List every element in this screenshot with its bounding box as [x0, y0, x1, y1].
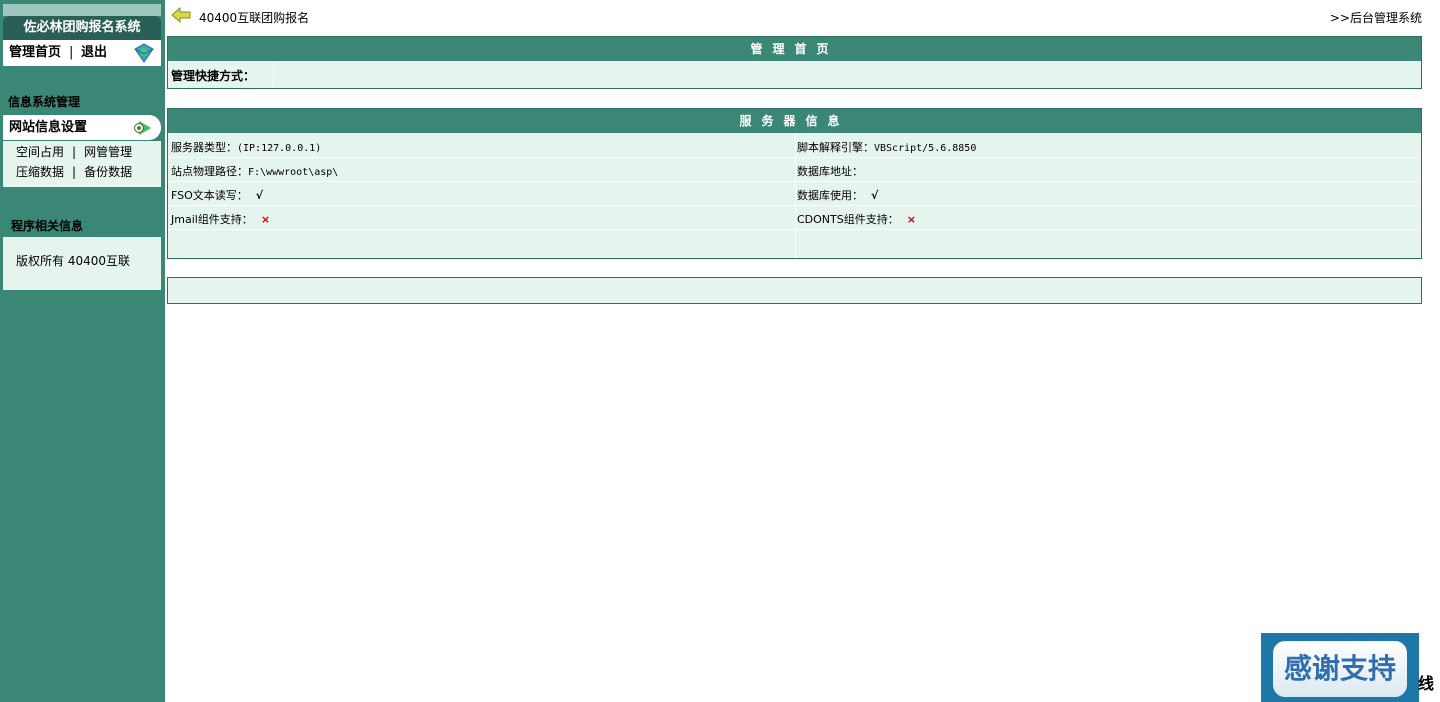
cross-icon: × [906, 213, 916, 226]
back-arrow-icon[interactable] [171, 7, 191, 23]
admin-home-header: 管理首页 [168, 37, 1421, 62]
separator: | [72, 165, 77, 179]
table-row-empty [168, 230, 1421, 253]
script-engine-label: 脚本解释引擎： [797, 141, 874, 154]
sidebar-top-strip [3, 4, 161, 16]
site-path-label: 站点物理路径： [171, 165, 248, 178]
menu-site-settings-label: 网站信息设置 [9, 120, 88, 135]
shortcut-label: 管理快捷方式： [171, 69, 256, 83]
top-bar: 40400互联团购报名 >>后台管理系统 [165, 0, 1440, 32]
thanks-support-text: 感谢支持 [1273, 641, 1407, 697]
check-icon: √ [255, 189, 264, 202]
server-type-value: (IP:127.0.0.1) [237, 143, 322, 154]
admin-home-panel: 管理首页 管理快捷方式： [167, 36, 1422, 89]
submenu-row-1: 空间占用 | 网管管理 [16, 142, 132, 162]
gear-icon [134, 121, 151, 135]
empty-footer-panel [167, 277, 1422, 304]
separator: | [72, 145, 77, 159]
fso-rw: FSO文本读写： √ [171, 187, 263, 203]
fso-rw-label: FSO文本读写： [171, 189, 248, 202]
submenu-row-2: 压缩数据 | 备份数据 [16, 162, 132, 182]
copyright-text: 版权所有 40400互联 [16, 254, 130, 268]
server-info-header: 服务器信息 [168, 109, 1421, 134]
menu-site-settings[interactable]: 网站信息设置 [3, 115, 161, 140]
server-type: 服务器类型：(IP:127.0.0.1) [171, 139, 321, 155]
sidebar-home-bar: 管理首页 | 退出 [3, 40, 161, 66]
jmail-support: Jmail组件支持： × [171, 211, 270, 227]
badge-edge-char: 线 [1418, 674, 1435, 693]
system-title: 佐必林团购报名系统 [3, 16, 161, 40]
script-engine: 脚本解释引擎：VBScript/5.6.8850 [797, 139, 976, 155]
breadcrumb: 40400互联团购报名 [199, 11, 310, 25]
server-info-panel: 服务器信息 服务器类型：(IP:127.0.0.1) 脚本解释引擎：VBScri… [167, 108, 1422, 259]
admin-system-link[interactable]: >>后台管理系统 [1330, 9, 1422, 26]
cross-icon: × [260, 213, 271, 226]
server-type-label: 服务器类型： [171, 141, 237, 154]
globe-icon [134, 43, 154, 63]
space-usage-link[interactable]: 空间占用 [16, 145, 64, 159]
db-address-label: 数据库地址： [797, 165, 863, 178]
admin-home-link[interactable]: 管理首页 [9, 40, 61, 66]
section-program-info: 程序相关信息 [11, 219, 84, 233]
cdonts-support: CDONTS组件支持： × [797, 211, 916, 227]
table-row: 站点物理路径：F:\wwwroot\asp\ 数据库地址： [168, 158, 1421, 182]
separator: | [69, 45, 74, 60]
section-info-system: 信息系统管理 [8, 95, 81, 109]
db-usage: 数据库使用： √ [797, 187, 878, 203]
db-usage-label: 数据库使用： [797, 189, 863, 202]
backup-data-link[interactable]: 备份数据 [84, 165, 132, 179]
cdonts-support-label: CDONTS组件支持： [797, 213, 899, 226]
site-settings-submenu: 空间占用 | 网管管理 压缩数据 | 备份数据 [3, 141, 161, 187]
logout-link[interactable]: 退出 [81, 40, 107, 66]
program-info-box: 版权所有 40400互联 [3, 237, 161, 290]
script-engine-value: VBScript/5.6.8850 [874, 143, 977, 154]
thanks-support-badge[interactable]: 感谢支持 [1261, 633, 1419, 702]
db-address: 数据库地址： [797, 163, 863, 179]
network-mgmt-link[interactable]: 网管管理 [84, 145, 132, 159]
table-row: 服务器类型：(IP:127.0.0.1) 脚本解释引擎：VBScript/5.6… [168, 134, 1421, 158]
server-info-table: 服务器类型：(IP:127.0.0.1) 脚本解释引擎：VBScript/5.6… [168, 134, 1421, 258]
site-path: 站点物理路径：F:\wwwroot\asp\ [171, 163, 338, 179]
site-path-value: F:\wwwroot\asp\ [248, 167, 339, 178]
compress-data-link[interactable]: 压缩数据 [16, 165, 64, 179]
table-row: FSO文本读写： √ 数据库使用： √ [168, 182, 1421, 206]
sidebar: 佐必林团购报名系统 管理首页 | 退出 信息系统管理 网站信息设置 空间占用 | 网… [0, 0, 165, 702]
check-icon: √ [871, 189, 879, 202]
shortcut-row: 管理快捷方式： [168, 63, 1421, 87]
jmail-support-label: Jmail组件支持： [171, 213, 253, 226]
cell-divider [273, 63, 274, 87]
table-row: Jmail组件支持： × CDONTS组件支持： × [168, 206, 1421, 230]
